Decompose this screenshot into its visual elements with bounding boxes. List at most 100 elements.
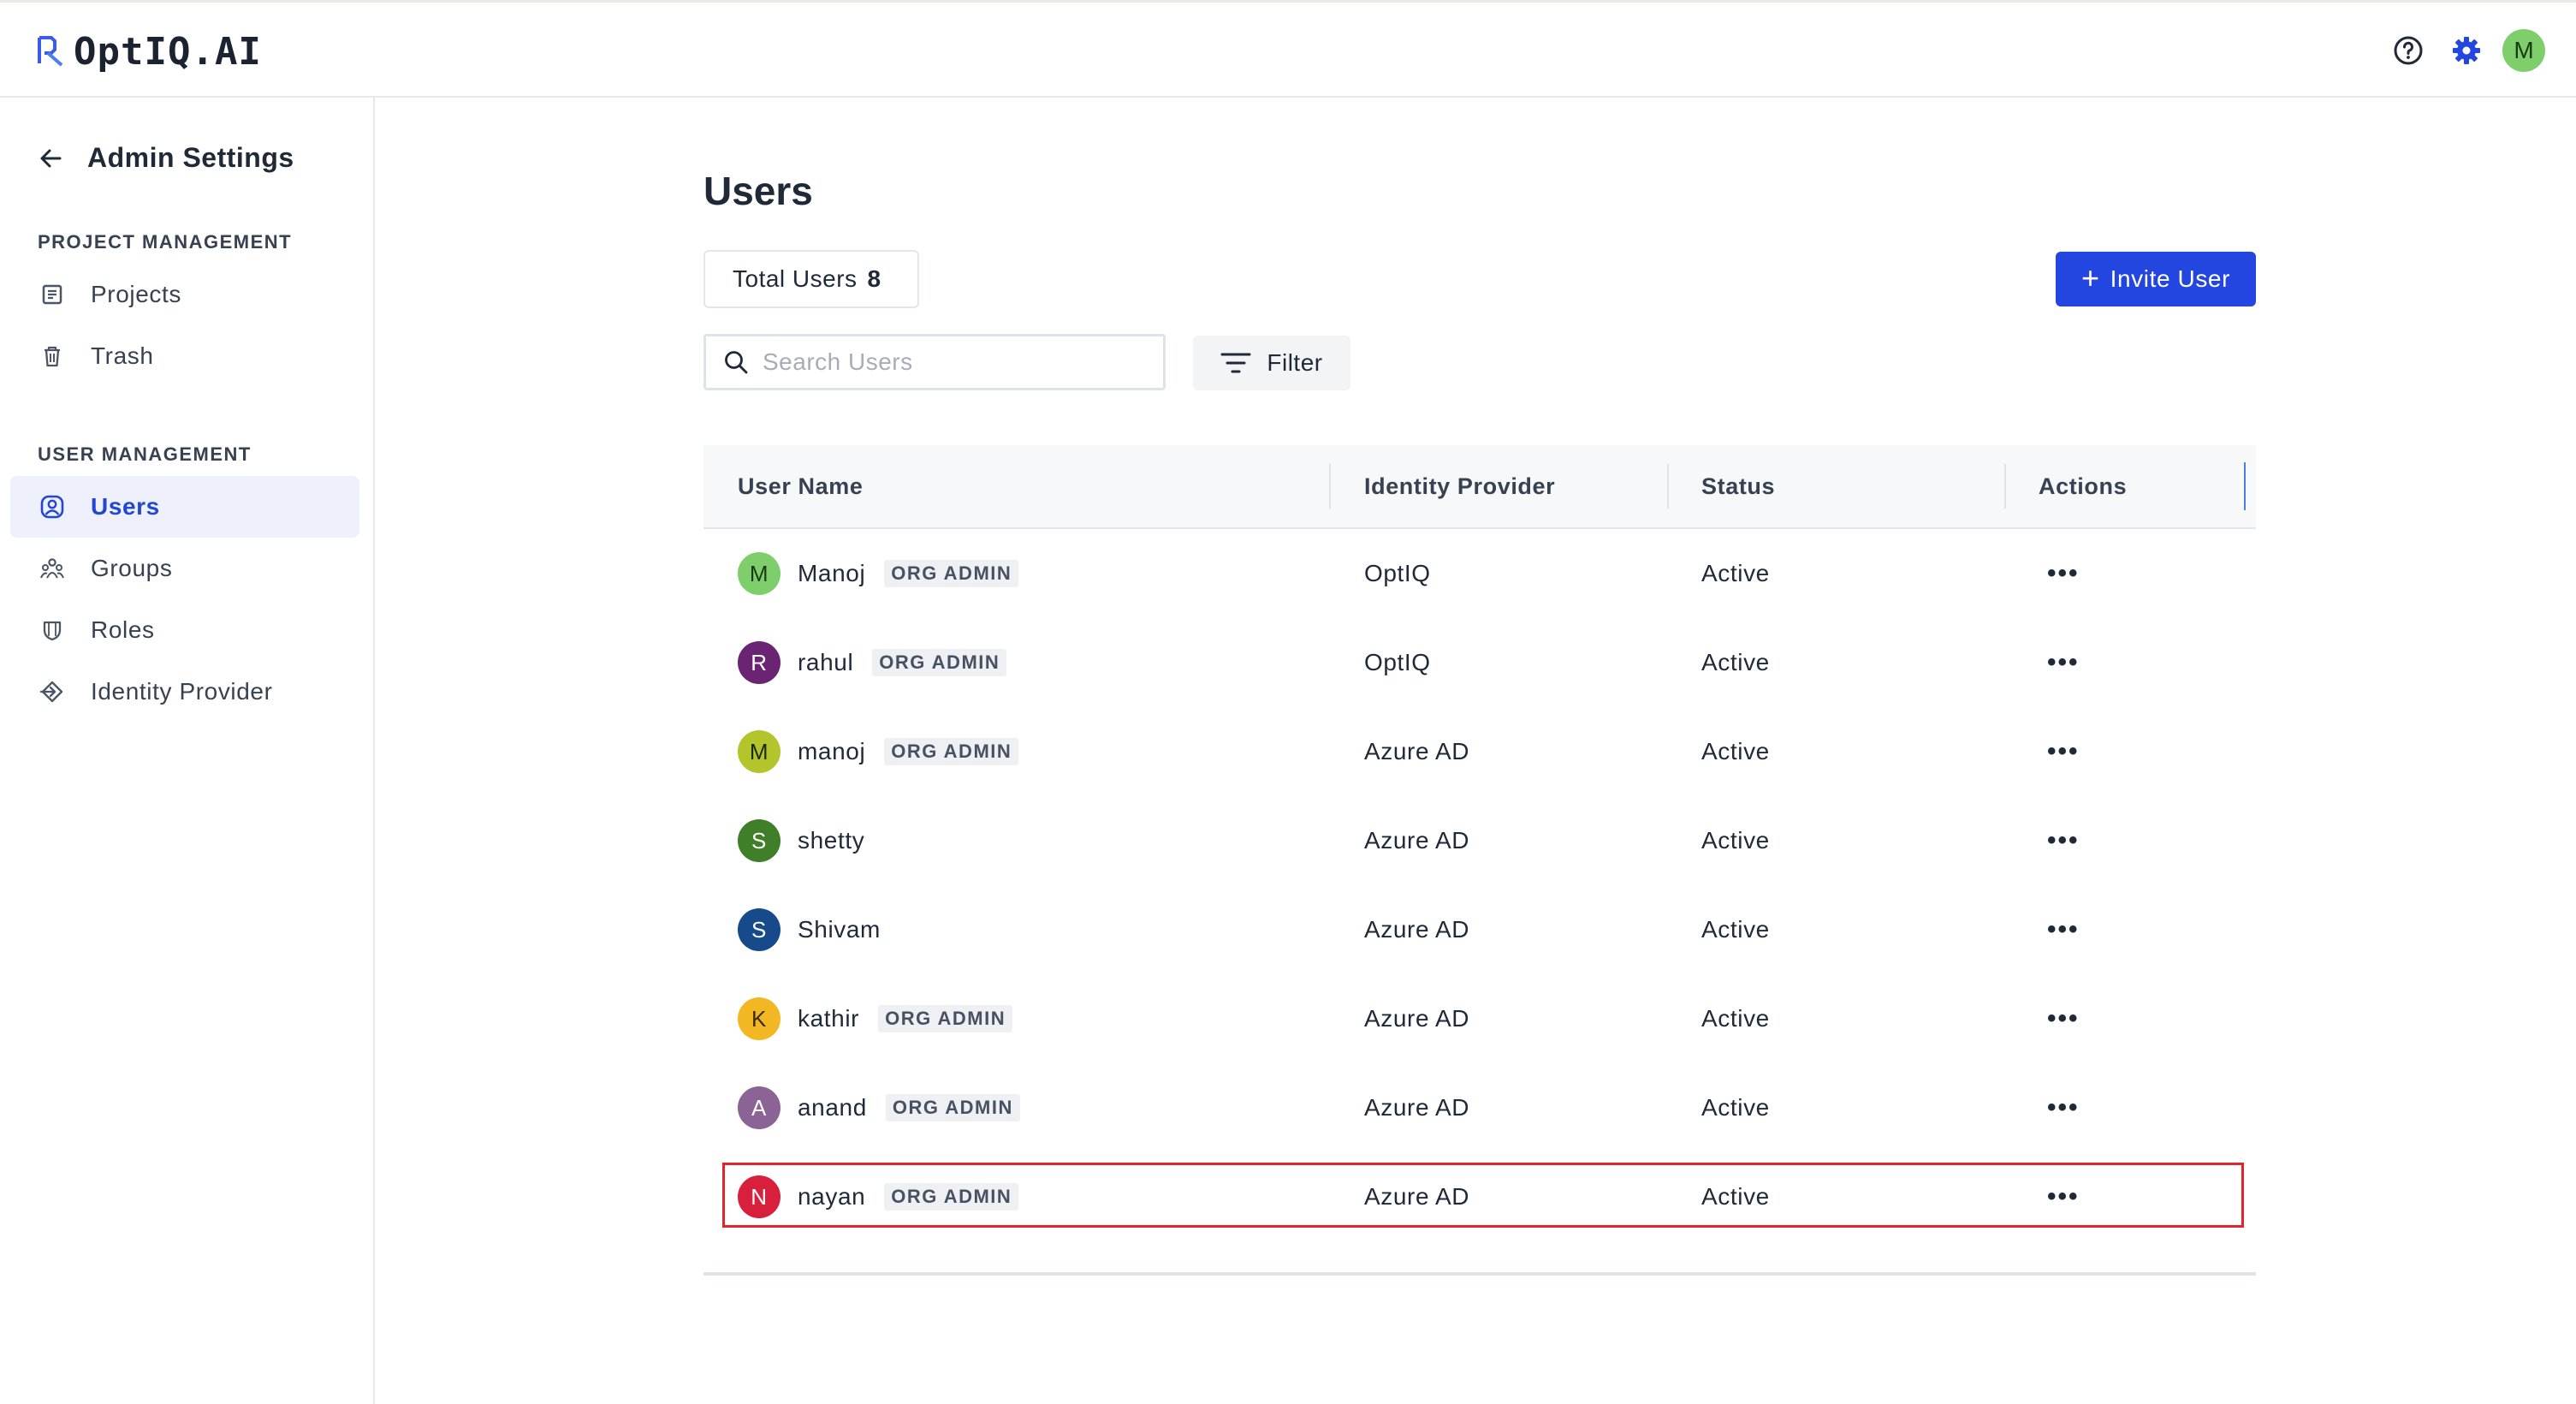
status-cell: Active <box>1701 1094 1770 1121</box>
login-icon <box>39 679 65 705</box>
user-name: Shivam <box>798 916 881 943</box>
invite-user-button[interactable]: + Invite User <box>2056 252 2256 306</box>
more-actions-icon[interactable]: ••• <box>2047 1182 2080 1211</box>
role-badge: ORG ADMIN <box>884 1183 1019 1211</box>
table-row[interactable]: A anand ORG ADMIN Azure AD Active ••• <box>703 1063 2256 1152</box>
more-actions-icon[interactable]: ••• <box>2047 915 2080 944</box>
sidebar-item-roles[interactable]: Roles <box>10 599 359 661</box>
settings-gear-icon[interactable] <box>2444 28 2489 73</box>
more-actions-icon[interactable]: ••• <box>2047 648 2080 677</box>
table-row[interactable]: S shetty Azure AD Active ••• <box>703 796 2256 885</box>
user-name: shetty <box>798 827 865 854</box>
help-icon[interactable] <box>2386 28 2431 73</box>
user-name: nayan <box>798 1183 866 1210</box>
user-name: rahul <box>798 649 854 675</box>
actions-cell: ••• <box>2047 796 2080 885</box>
table-row[interactable]: S Shivam Azure AD Active ••• <box>703 885 2256 974</box>
logo-text: OptIQ.AI <box>74 29 262 74</box>
users-table: User Name Identity Provider Status Actio… <box>703 445 2256 1241</box>
role-badge: ORG ADMIN <box>878 1005 1013 1032</box>
user-avatar: A <box>738 1086 781 1129</box>
user-circle-icon <box>39 494 65 520</box>
user-name: manoj <box>798 738 866 764</box>
more-actions-icon[interactable]: ••• <box>2047 559 2080 588</box>
role-badge: ORG ADMIN <box>884 560 1019 587</box>
page-title: Users <box>703 169 813 213</box>
column-divider[interactable] <box>2004 464 2006 509</box>
total-users-counter: Total Users 8 <box>703 250 919 308</box>
group-icon <box>39 556 65 581</box>
sidebar-item-users[interactable]: Users <box>10 476 359 538</box>
plus-icon: + <box>2080 259 2100 295</box>
role-badge: ORG ADMIN <box>885 1094 1020 1121</box>
table-row[interactable]: R rahul ORG ADMIN OptIQ Active ••• <box>703 618 2256 707</box>
section-label-project-management: PROJECT MANAGEMENT <box>38 231 293 253</box>
column-header-user-name[interactable]: User Name <box>738 445 863 527</box>
user-avatar: R <box>738 641 781 684</box>
section-label-user-management: USER MANAGEMENT <box>38 443 252 465</box>
sidebar-item-identity-provider[interactable]: Identity Provider <box>10 661 359 723</box>
app-logo[interactable]: OptIQ.AI <box>36 28 262 74</box>
column-divider[interactable] <box>1329 464 1331 509</box>
table-row[interactable]: N nayan ORG ADMIN Azure AD Active ••• <box>703 1152 2256 1241</box>
more-actions-icon[interactable]: ••• <box>2047 1004 2080 1033</box>
table-row[interactable]: M manoj ORG ADMIN Azure AD Active ••• <box>703 707 2256 796</box>
document-icon <box>39 282 65 307</box>
role-badge: ORG ADMIN <box>884 738 1019 765</box>
user-name-cell: K kathir ORG ADMIN <box>738 974 1013 1063</box>
total-users-label: Total Users <box>733 265 858 292</box>
user-avatar: S <box>738 908 781 951</box>
user-avatar: M <box>738 552 781 595</box>
invite-user-label: Invite User <box>2110 265 2231 292</box>
filter-button[interactable]: Filter <box>1193 336 1350 390</box>
column-resize-handle[interactable] <box>2244 462 2246 510</box>
column-header-identity-provider[interactable]: Identity Provider <box>1364 445 1555 527</box>
sidebar-item-projects[interactable]: Projects <box>10 264 359 325</box>
user-name: kathir <box>798 1005 860 1032</box>
table-header: User Name Identity Provider Status Actio… <box>703 445 2256 529</box>
search-users-input[interactable] <box>761 348 1141 377</box>
search-icon <box>725 351 748 374</box>
status-cell: Active <box>1701 738 1770 764</box>
user-name-cell: R rahul ORG ADMIN <box>738 618 1007 707</box>
total-users-count: 8 <box>867 265 881 292</box>
identity-provider-cell: Azure AD <box>1364 1183 1470 1210</box>
sidebar-item-label: Groups <box>91 555 173 581</box>
actions-cell: ••• <box>2047 1063 2080 1152</box>
shield-icon <box>39 617 65 643</box>
sidebar-item-trash[interactable]: Trash <box>10 325 359 387</box>
more-actions-icon[interactable]: ••• <box>2047 737 2080 766</box>
sidebar-item-groups[interactable]: Groups <box>10 538 359 599</box>
sidebar-item-label: Identity Provider <box>91 678 273 705</box>
user-name-cell: M Manoj ORG ADMIN <box>738 529 1019 618</box>
identity-provider-cell: Azure AD <box>1364 916 1470 943</box>
user-name-cell: A anand ORG ADMIN <box>738 1063 1020 1152</box>
user-name-cell: S Shivam <box>738 885 881 974</box>
table-bottom-divider <box>703 1272 2256 1276</box>
top-actions: M <box>2386 28 2545 73</box>
user-avatar: S <box>738 819 781 862</box>
column-header-actions: Actions <box>2039 473 2128 499</box>
actions-cell: ••• <box>2047 1152 2080 1241</box>
actions-cell: ••• <box>2047 707 2080 796</box>
sidebar-item-label: Users <box>91 493 160 520</box>
top-bar: OptIQ.AI M <box>0 0 2576 98</box>
column-divider[interactable] <box>1667 464 1669 509</box>
column-header-status[interactable]: Status <box>1701 445 1775 527</box>
back-to-admin[interactable]: Admin Settings <box>38 142 294 174</box>
table-row[interactable]: M Manoj ORG ADMIN OptIQ Active ••• <box>703 529 2256 618</box>
identity-provider-cell: Azure AD <box>1364 827 1470 854</box>
more-actions-icon[interactable]: ••• <box>2047 826 2080 855</box>
actions-cell: ••• <box>2047 885 2080 974</box>
arrow-left-icon <box>40 149 62 167</box>
filter-icon <box>1220 353 1251 373</box>
user-name: anand <box>798 1094 867 1121</box>
table-row[interactable]: K kathir ORG ADMIN Azure AD Active ••• <box>703 974 2256 1063</box>
actions-cell: ••• <box>2047 974 2080 1063</box>
identity-provider-cell: Azure AD <box>1364 1005 1470 1032</box>
logo-icon <box>38 36 63 67</box>
user-avatar[interactable]: M <box>2502 29 2545 72</box>
user-name-cell: N nayan ORG ADMIN <box>738 1152 1019 1241</box>
more-actions-icon[interactable]: ••• <box>2047 1093 2080 1122</box>
sidebar-title: Admin Settings <box>87 142 294 173</box>
